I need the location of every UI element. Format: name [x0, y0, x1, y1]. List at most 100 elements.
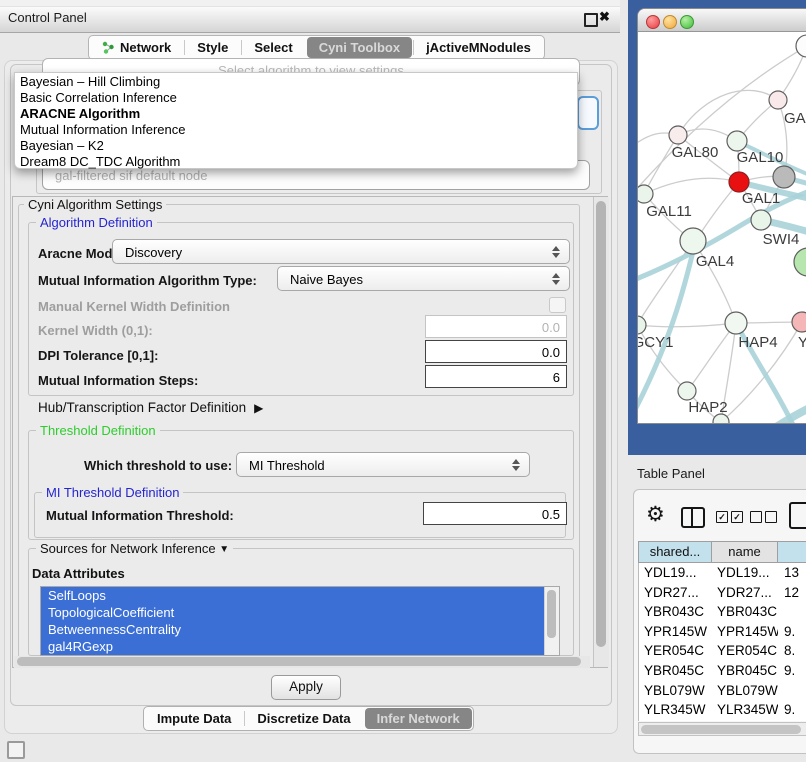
table-cell [778, 681, 806, 701]
tab-jactivemnodules[interactable]: jActiveMNodules [413, 36, 544, 59]
split-view-icon[interactable] [681, 507, 705, 528]
network-node[interactable] [638, 185, 653, 203]
minimize-window-icon[interactable] [663, 15, 677, 29]
float-panel-icon[interactable] [584, 13, 598, 27]
table-cell: YDL19... [712, 563, 778, 583]
tab-infer-network[interactable]: Infer Network [365, 708, 472, 729]
algorithm-option[interactable]: ARACNE Algorithm [15, 106, 577, 122]
cyni-settings-group-title: Cyni Algorithm Settings [24, 197, 166, 212]
settings-vertical-scrollbar[interactable] [593, 197, 609, 667]
network-node[interactable] [773, 166, 795, 188]
mi-type-combo[interactable]: Naive Bayes [277, 266, 570, 291]
algorithm-option[interactable]: Basic Correlation Inference [15, 90, 577, 106]
table-cell: 9. [778, 622, 806, 642]
threshold-definition-title: Threshold Definition [36, 423, 160, 438]
table-row[interactable]: YDR27...YDR27...12 [639, 583, 806, 603]
scrollbar-thumb[interactable] [596, 201, 606, 647]
network-canvas[interactable]: GALGAL80GAL10GAL1GAL11SWI4GAL4GCY1HAP4YH… [638, 31, 806, 424]
table-row[interactable]: YPR145WYPR145W9. [639, 622, 806, 642]
stepper-icon [552, 246, 560, 258]
tab-cyni-toolbox[interactable]: Cyni Toolbox [307, 37, 412, 58]
network-node[interactable] [727, 131, 747, 151]
table-cell: 9. [778, 661, 806, 681]
network-node[interactable] [769, 91, 787, 109]
network-node[interactable] [751, 210, 771, 230]
tab-style[interactable]: Style [184, 36, 241, 59]
zoom-window-icon[interactable] [680, 15, 694, 29]
algorithm-option[interactable]: Dream8 DC_TDC Algorithm [15, 154, 577, 170]
hub-section-toggle[interactable]: Hub/Transcription Factor Definition▶ [38, 400, 263, 415]
table-row[interactable]: YBL079WYBL079W [639, 681, 806, 701]
table-row[interactable]: YBR043CYBR043C [639, 602, 806, 622]
table-cell: YDL19... [639, 563, 712, 583]
data-attribute-item[interactable]: BetweennessCentrality [41, 621, 545, 638]
close-panel-icon[interactable]: ✖ [599, 9, 610, 25]
mi-steps-input[interactable]: 6 [425, 365, 567, 388]
scrollbar-thumb[interactable] [641, 725, 801, 734]
focused-combo-fragment [577, 96, 599, 130]
table-row[interactable]: YDL19...YDL19...13 [639, 563, 806, 583]
table-row[interactable]: YJL052CYJL052C0. [639, 720, 806, 721]
network-node[interactable] [792, 312, 806, 332]
export-table-icon[interactable] [789, 502, 806, 529]
tab-impute-data[interactable]: Impute Data [144, 707, 244, 730]
tab-label: Discretize Data [257, 711, 350, 726]
data-attribute-item[interactable]: TopologicalCoefficient [41, 604, 545, 621]
network-edge[interactable] [644, 178, 739, 194]
scrollbar-thumb[interactable] [547, 590, 556, 638]
deselect-all-columns-icon[interactable] [750, 511, 777, 523]
network-node[interactable] [680, 228, 706, 254]
table-cell: YLR345W [712, 700, 778, 720]
table-cell: YDR27... [639, 583, 712, 603]
column-header-third[interactable] [778, 542, 806, 562]
data-attribute-item[interactable]: SelfLoops [41, 587, 545, 604]
manual-kernel-checkbox[interactable] [549, 297, 566, 313]
network-window-titlebar[interactable] [638, 9, 806, 32]
column-header-shared-name[interactable]: shared... [639, 542, 712, 562]
tab-discretize-data[interactable]: Discretize Data [244, 707, 363, 730]
algorithm-option[interactable]: Bayesian – Hill Climbing [15, 74, 577, 90]
mi-type-value: Naive Bayes [278, 267, 569, 287]
kernel-width-input[interactable]: 0.0 [425, 315, 567, 338]
mi-threshold-input[interactable]: 0.5 [423, 502, 567, 525]
column-header-name[interactable]: name [712, 542, 778, 562]
table-settings-gear-icon[interactable]: ⚙ [646, 504, 665, 525]
which-threshold-combo[interactable]: MI Threshold [236, 452, 530, 477]
network-window: GALGAL80GAL10GAL1GAL11SWI4GAL4GCY1HAP4YH… [637, 8, 806, 424]
aracne-mode-combo[interactable]: Discovery [112, 239, 570, 264]
select-all-columns-icon[interactable]: ✓✓ [716, 511, 743, 523]
collapsed-panel-icon[interactable] [7, 741, 25, 759]
close-window-icon[interactable] [646, 15, 660, 29]
network-node[interactable] [729, 172, 749, 192]
list-scrollbar[interactable] [544, 587, 559, 655]
settings-horizontal-scrollbar[interactable] [14, 656, 590, 668]
table-row[interactable]: YER054CYER054C8. [639, 641, 806, 661]
data-attribute-item[interactable]: gal4RGexp [41, 638, 545, 655]
algorithm-option[interactable]: Bayesian – K2 [15, 138, 577, 154]
table-row[interactable]: YLR345WYLR345W9. [639, 700, 806, 720]
node-label: GAL11 [646, 203, 692, 220]
data-attributes-list[interactable]: SelfLoopsTopologicalCoefficientBetweenne… [40, 586, 560, 656]
table-panel: ⚙ ✓✓ shared... name YDL19...YDL19...13YD… [633, 489, 806, 754]
table-horizontal-scrollbar[interactable] [638, 722, 806, 736]
tab-network[interactable]: Network [89, 36, 184, 59]
scrollbar-thumb[interactable] [17, 657, 581, 666]
algorithm-option[interactable]: Mutual Information Inference [15, 122, 577, 138]
sources-group-title[interactable]: Sources for Network Inference ▼ [36, 541, 233, 556]
dpi-tolerance-input[interactable]: 0.0 [425, 340, 567, 363]
bottom-tabbar: Impute Data Discretize Data Infer Networ… [143, 706, 474, 731]
network-node[interactable] [725, 312, 747, 334]
table-cell: YER054C [712, 641, 778, 661]
network-edge[interactable] [688, 323, 736, 390]
network-node[interactable] [794, 248, 806, 276]
tab-select[interactable]: Select [241, 36, 305, 59]
table-cell: YDR27... [712, 583, 778, 603]
network-node[interactable] [669, 126, 687, 144]
apply-button[interactable]: Apply [271, 675, 341, 700]
table-row[interactable]: YBR045CYBR045C9. [639, 661, 806, 681]
network-edge[interactable] [638, 323, 736, 327]
network-node[interactable] [796, 35, 806, 57]
network-node[interactable] [638, 316, 646, 334]
network-node[interactable] [678, 382, 696, 400]
collapse-arrow-icon: ▼ [219, 544, 229, 555]
